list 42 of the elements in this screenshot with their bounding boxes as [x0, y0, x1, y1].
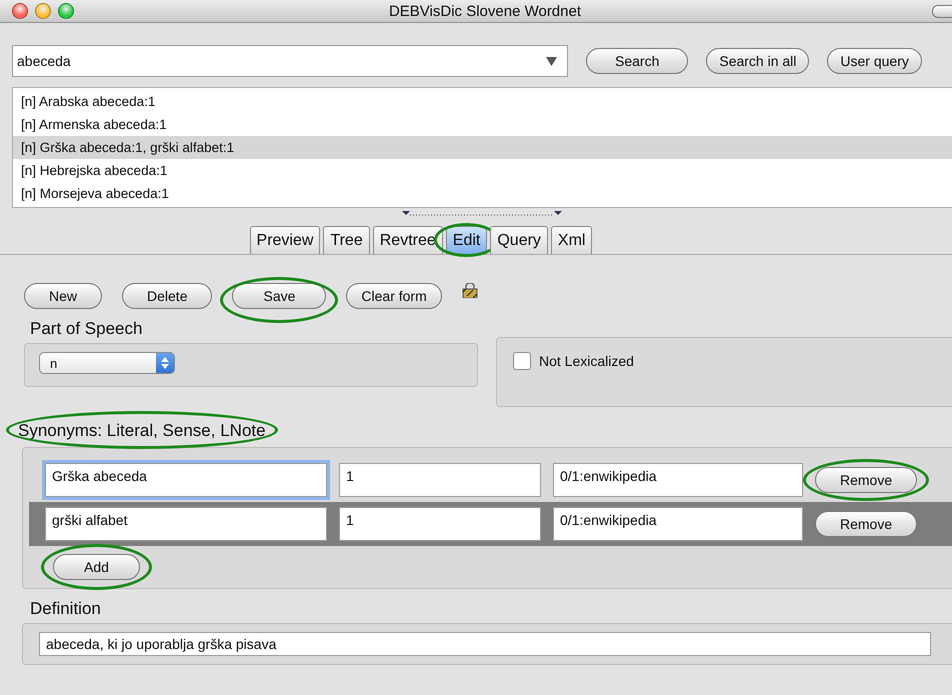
clear-form-button[interactable]: Clear form — [346, 283, 442, 309]
synonym-row[interactable]: Grška abeceda 1 0/1:enwikipedia Remove — [29, 458, 952, 502]
lock-icon — [462, 283, 478, 298]
literal-field[interactable]: Grška abeceda — [45, 463, 327, 497]
sense-field[interactable]: 1 — [339, 463, 541, 497]
definition-label: Definition — [29, 598, 102, 620]
save-button[interactable]: Save — [232, 283, 326, 309]
add-button[interactable]: Add — [53, 554, 140, 580]
tab[interactable]: Revtree — [372, 226, 443, 254]
part-of-speech-select[interactable]: n — [39, 352, 175, 374]
remove-button[interactable]: Remove — [815, 511, 918, 537]
literal-field[interactable]: grški alfabet — [45, 507, 327, 541]
tab[interactable]: Edit — [446, 226, 488, 254]
search-button[interactable]: User query — [827, 48, 922, 74]
search-button[interactable]: Search — [586, 48, 688, 74]
tab[interactable]: Preview — [250, 226, 320, 254]
new-button[interactable]: New — [24, 283, 102, 309]
remove-button[interactable]: Remove — [815, 467, 918, 493]
checkbox-label: Not Lexicalized — [539, 353, 634, 369]
window-control-icon[interactable] — [35, 3, 51, 19]
definition-field[interactable]: abeceda, ki jo uporablja grška pisava — [39, 632, 931, 656]
window-title: DEBVisDic Slovene Wordnet — [388, 2, 582, 20]
search-combo[interactable]: abeceda — [12, 45, 568, 77]
tab[interactable]: Xml — [550, 226, 592, 254]
checkbox[interactable] — [513, 352, 531, 370]
dropdown-arrow-icon — [546, 56, 557, 66]
synonyms-label: Synonyms: Literal, Sense, LNote — [18, 421, 266, 440]
lnote-field[interactable]: 0/1:enwikipedia — [553, 463, 803, 497]
result-row[interactable]: [n] Grška abeceda:1, grški alfabet:1 — [13, 136, 952, 159]
part-of-speech-label: Part of Speech — [29, 318, 144, 340]
toolbar-button[interactable] — [932, 4, 952, 18]
stepper-arrows-icon — [161, 357, 169, 369]
search-button[interactable]: Search in all — [706, 48, 810, 74]
synonym-row[interactable]: grški alfabet 1 0/1:enwikipedia Remove — [29, 502, 952, 546]
lnote-field[interactable]: 0/1:enwikipedia — [553, 507, 803, 541]
sense-field[interactable]: 1 — [339, 507, 541, 541]
window-control-icon[interactable] — [12, 3, 28, 19]
splitter-handle-icon[interactable] — [402, 210, 562, 218]
window-control-icon[interactable] — [58, 3, 74, 19]
delete-button[interactable]: Delete — [122, 283, 212, 309]
tab[interactable]: Query — [490, 226, 548, 254]
tab[interactable]: Tree — [323, 226, 370, 254]
